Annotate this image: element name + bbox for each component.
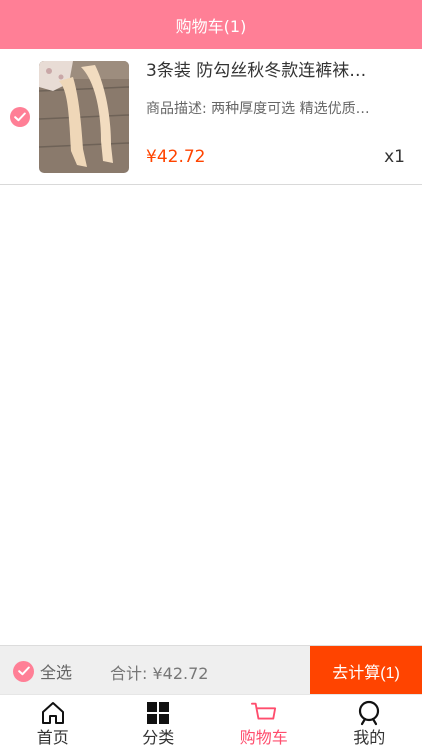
item-title[interactable]: 3条装 防勾丝秋冬款连裤袜… xyxy=(146,59,402,83)
tab-label: 我的 xyxy=(353,728,386,747)
select-all-toggle[interactable]: 全选 xyxy=(13,659,72,683)
cart-icon xyxy=(250,700,277,726)
item-price: ¥42.72 xyxy=(146,147,206,167)
tab-profile[interactable]: 我的 xyxy=(317,695,422,750)
cart-item[interactable]: 3条装 防勾丝秋冬款连裤袜… 商品描述: 两种厚度可选 精选优质… ¥42.72… xyxy=(0,49,422,185)
select-all-label: 全选 xyxy=(40,663,73,682)
tab-label: 首页 xyxy=(36,728,69,747)
bottom-tabbar: 首页 分类 购物车 我的 xyxy=(0,694,422,750)
item-description: 商品描述: 两种厚度可选 精选优质… xyxy=(146,101,370,117)
tab-category[interactable]: 分类 xyxy=(106,695,212,750)
total-price: 合计: ¥42.72 xyxy=(110,664,209,683)
category-grid-icon xyxy=(145,700,171,726)
cart-page: 购物车(1) 3条装 防勾丝秋冬款连裤袜… 商品描述: 两种厚度可选 精选优质…… xyxy=(0,0,422,750)
page-title: 购物车(1) xyxy=(175,16,247,36)
tab-label: 分类 xyxy=(142,728,175,747)
tab-cart[interactable]: 购物车 xyxy=(211,695,317,750)
header-bar: 购物车(1) xyxy=(0,0,422,49)
checkout-bar: 全选 合计: ¥42.72 去计算(1) xyxy=(0,645,422,695)
profile-icon xyxy=(356,700,382,726)
tab-home[interactable]: 首页 xyxy=(0,695,106,750)
select-all-check-icon[interactable] xyxy=(13,660,34,682)
item-check-icon[interactable] xyxy=(10,107,30,127)
home-icon xyxy=(40,700,66,726)
tab-label: 购物车 xyxy=(239,728,288,747)
product-image[interactable] xyxy=(39,61,129,173)
item-quantity: x1 xyxy=(384,147,405,167)
checkout-button[interactable]: 去计算(1) xyxy=(310,646,422,695)
